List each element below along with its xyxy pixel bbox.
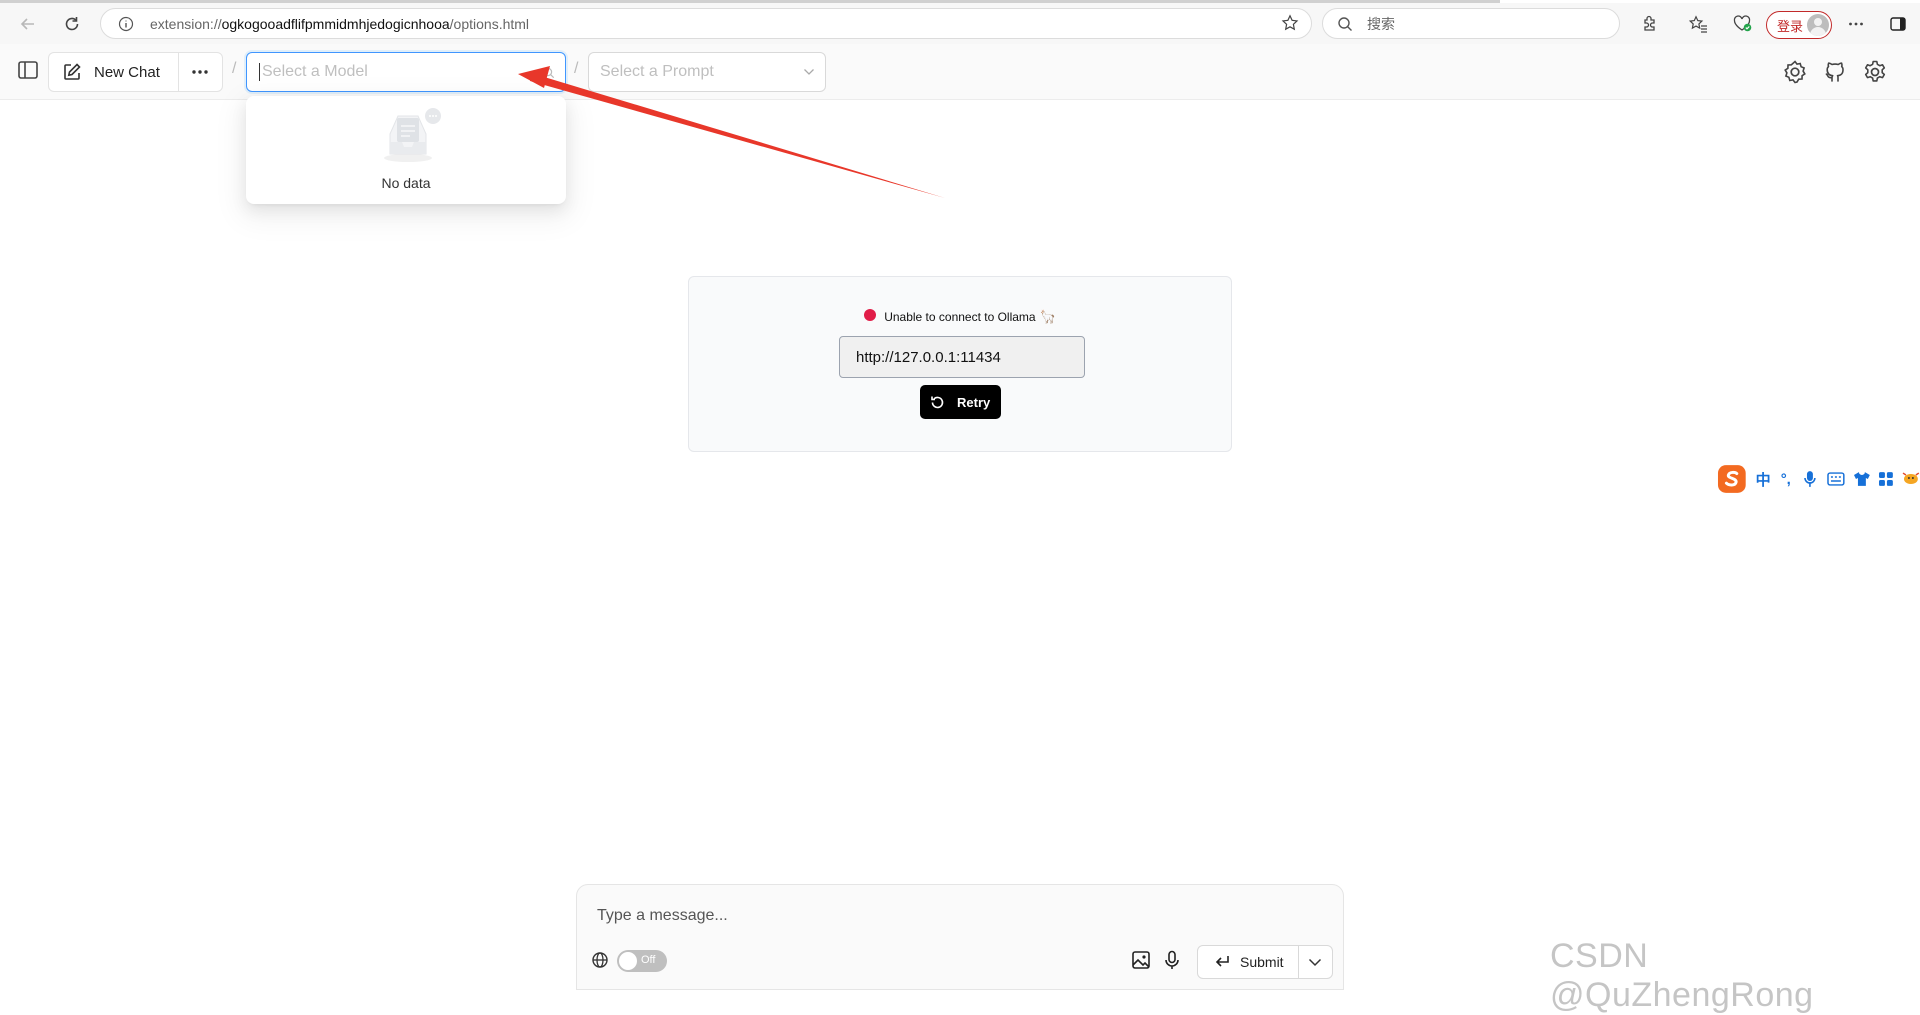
breadcrumb-separator: / [232,60,237,77]
chevron-down-icon [804,69,814,75]
submit-options-button[interactable] [1299,946,1333,978]
reload-button[interactable] [56,8,88,40]
csdn-watermark: CSDN @QuZhengRong [1550,937,1814,1014]
reload-icon [65,17,79,31]
extensions-puzzle-icon[interactable] [1636,10,1664,38]
skin-shirt-icon[interactable] [1853,471,1871,487]
browser-toolbar: extension://ogkogooadflifpmmidmhjedogicn… [0,3,1920,44]
info-icon[interactable] [116,14,136,34]
status-dot [864,309,877,321]
model-dropdown: No data [246,96,566,204]
chevron-down-icon [1309,958,1322,966]
connection-card: Unable to connect to Ollama 🦙 http://127… [688,276,1232,452]
message-input[interactable]: Type a message... [597,907,728,925]
connection-status: Unable to connect to Ollama 🦙 [689,309,1231,325]
ellipsis-icon [192,70,208,74]
favorite-star-icon[interactable] [1281,14,1299,32]
submit-group: Submit [1197,945,1333,979]
image-upload-icon[interactable] [1131,950,1151,970]
toggle-knob [619,952,637,970]
chat-more-button[interactable] [179,53,223,91]
llama-emoji-icon: 🦙 [1039,309,1056,324]
toolbox-grid-icon[interactable] [1878,471,1894,487]
breadcrumb-separator: / [574,60,579,77]
app-header: New Chat / Select a Model / Select a Pro… [0,44,1920,100]
favorites-list-icon[interactable] [1684,10,1712,38]
microphone-icon[interactable] [1803,470,1817,488]
sidebar-toggle-button[interactable] [16,58,40,82]
cog-icon [1784,60,1806,84]
avatar [1807,14,1829,36]
ime-chinese-mode[interactable]: 中 [1756,469,1771,490]
github-button[interactable] [1822,59,1848,85]
address-bar[interactable]: extension://ogkogooadflifpmmidmhjedogicn… [100,8,1312,39]
sidebar-toggle-icon [18,61,38,79]
model-select-placeholder: Select a Model [262,63,368,80]
new-chat-group: New Chat [48,52,223,92]
ollama-url-input[interactable]: http://127.0.0.1:11434 [839,336,1085,378]
edit-icon [64,63,81,80]
search-icon [543,67,555,79]
web-search-toggle[interactable]: Off [617,950,667,972]
model-select[interactable]: Select a Model [246,52,566,92]
more-options-icon[interactable] [1842,10,1870,38]
prompt-select-placeholder: Select a Prompt [600,63,714,80]
sogou-ime-logo-icon[interactable] [1716,463,1748,495]
empty-state-text: No data [381,175,431,191]
ime-punctuation-mode[interactable]: °, [1781,471,1791,488]
search-icon [1338,16,1352,31]
prompt-select[interactable]: Select a Prompt [588,52,826,92]
health-heart-icon[interactable] [1728,10,1756,38]
sidebar-panel-icon[interactable] [1884,10,1912,38]
arrow-left-icon [20,18,34,30]
ime-mascot-icon[interactable] [1902,471,1920,487]
browser-search-box[interactable]: 搜索 [1322,8,1620,39]
empty-inbox-icon [384,108,441,162]
login-button[interactable]: 登录 [1766,11,1832,39]
retry-icon [931,396,944,408]
retry-button[interactable]: Retry [920,385,1001,419]
address-url: extension://ogkogooadflifpmmidmhjedogicn… [150,15,530,32]
ime-toolbar: 中 °, [1716,462,1920,496]
globe-icon[interactable] [591,951,609,969]
keyboard-icon[interactable] [1826,472,1845,486]
settings-button[interactable] [1862,59,1888,85]
connection-status-text: Unable to connect to Ollama [884,310,1036,324]
text-caret [259,63,260,81]
microphone-icon[interactable] [1163,950,1181,970]
gear-icon [1864,60,1886,82]
search-placeholder: 搜索 [1367,15,1395,32]
submit-button[interactable]: Submit [1198,946,1299,978]
github-icon [1825,62,1844,82]
enter-arrow-icon [1215,956,1229,967]
message-composer: Type a message... Off Submit [576,884,1344,990]
model-settings-button[interactable] [1782,59,1808,85]
back-button[interactable] [12,8,44,40]
new-chat-button[interactable]: New Chat [49,53,179,91]
